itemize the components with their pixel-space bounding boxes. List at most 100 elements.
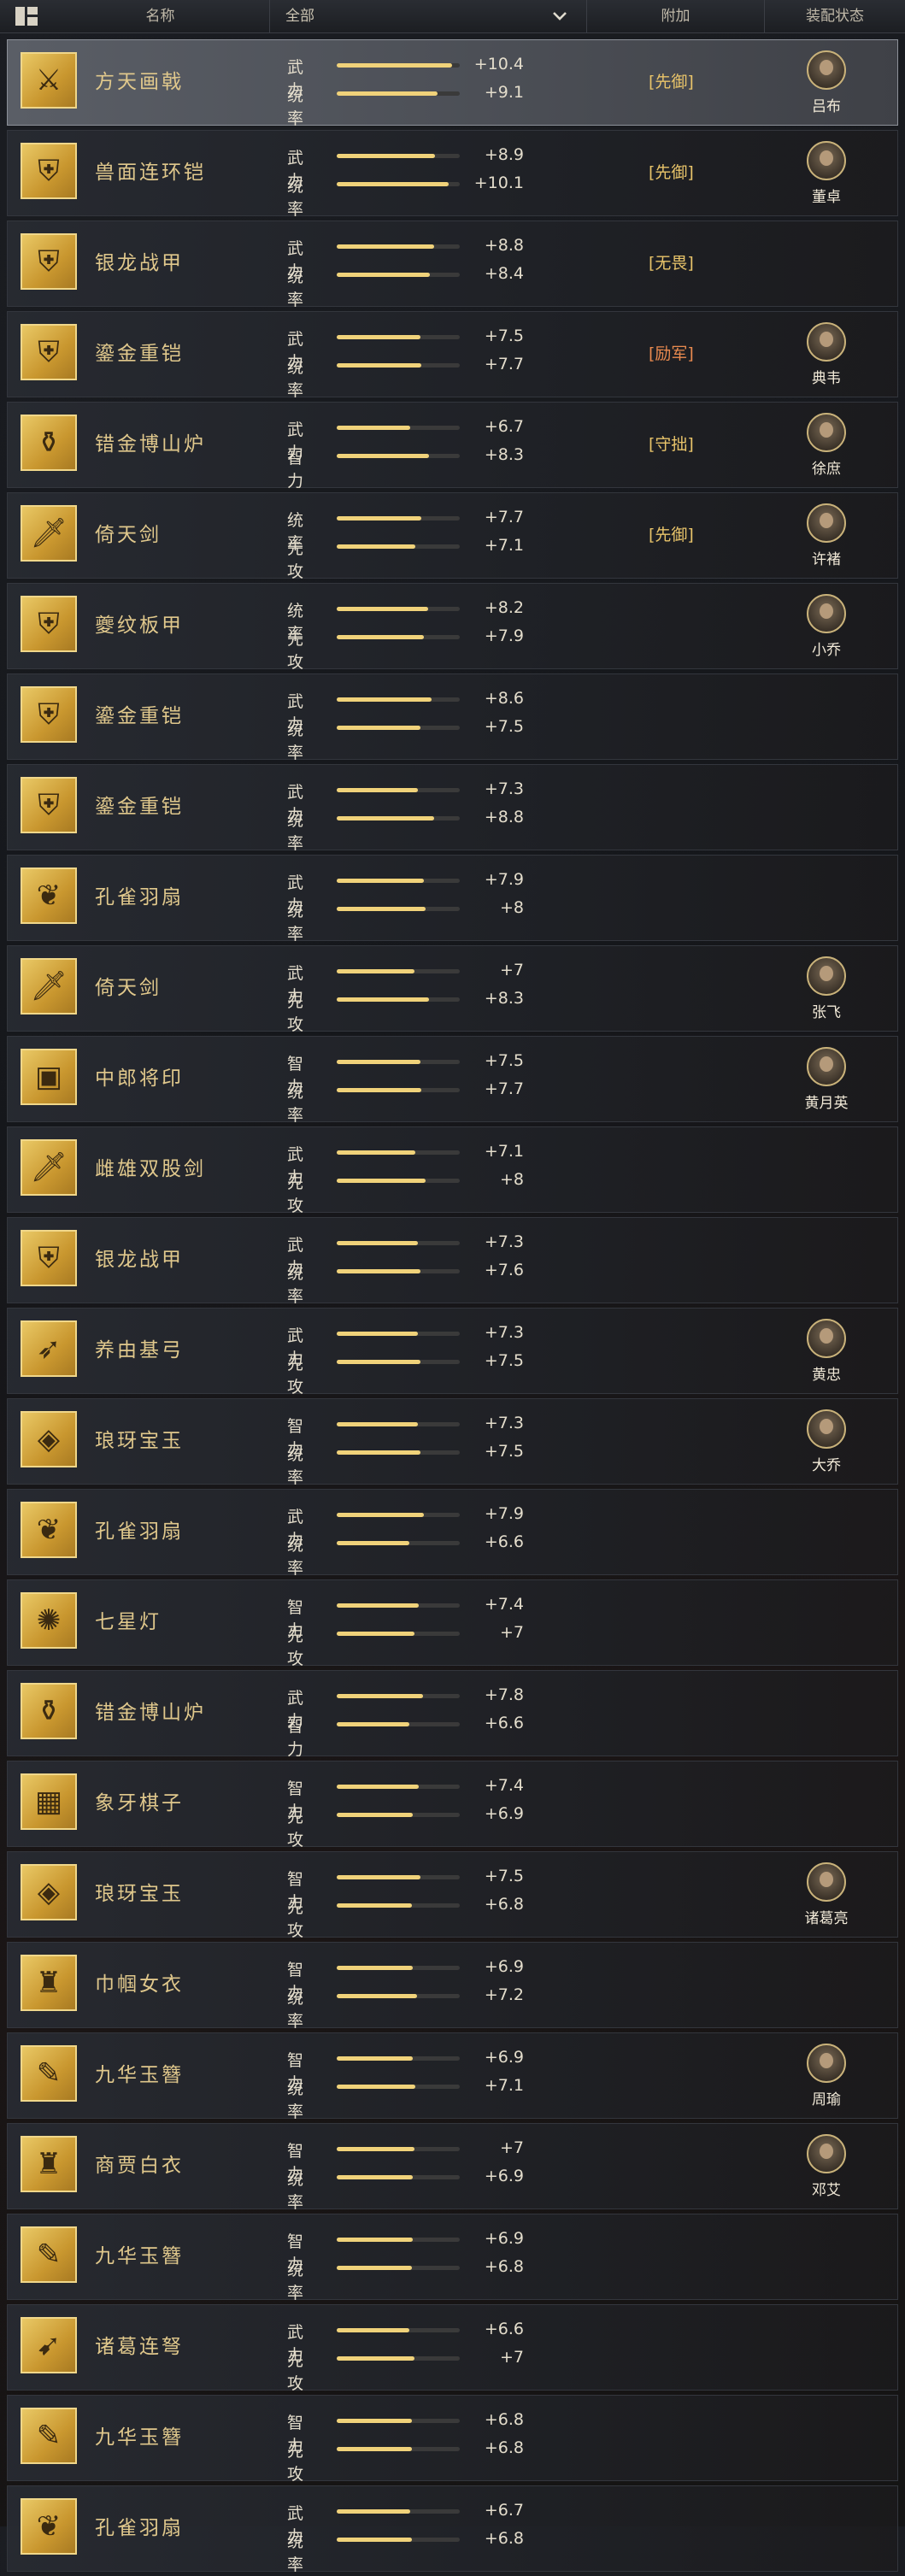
stat-bar-fill	[337, 879, 424, 883]
equipment-row[interactable]: ✎ 九华玉簪 智力 +6.9 统率 +6.8	[7, 2214, 898, 2303]
lamp-icon: ✺	[21, 1592, 77, 1649]
general-name: 许褚	[812, 551, 841, 568]
bow-icon: ➶	[21, 1320, 77, 1377]
stat-bar-fill	[337, 1785, 419, 1789]
stat-value: +6.9	[484, 2229, 524, 2248]
general-avatar[interactable]	[807, 1319, 846, 1358]
general-avatar[interactable]	[807, 594, 846, 633]
stat-bar	[337, 1150, 460, 1155]
general-avatar[interactable]	[807, 141, 846, 180]
equipment-row[interactable]: ▦ 象牙棋子 智力 +7.4 先攻 +6.9	[7, 1761, 898, 1850]
equipment-row[interactable]: ✎ 九华玉簪 智力 +6.8 先攻 +6.8	[7, 2395, 898, 2484]
equipment-row[interactable]: ▣ 中郎将印 智力 +7.5 统率 +7.7 黄月英	[7, 1036, 898, 1125]
stat-value: +8.6	[484, 689, 524, 708]
equipment-row[interactable]: 🗡 雌雄双股剑 武力 +7.1 先攻 +8	[7, 1126, 898, 1215]
equipment-row[interactable]: ⛨ 兽面连环铠 武力 +8.9 统率 +10.1 [先御] 董卓	[7, 130, 898, 219]
general-name: 吕布	[812, 98, 841, 115]
stat-label: 智力	[287, 1717, 304, 1759]
stat-bar	[337, 1450, 460, 1455]
item-name: 九华玉簪	[95, 2064, 184, 2086]
stat-label: 统率	[287, 1083, 304, 1125]
equipment-row[interactable]: ♜ 巾帼女衣 智力 +6.9 统率 +7.2	[7, 1942, 898, 2031]
equipment-row[interactable]: ⛨ 银龙战甲 武力 +8.8 统率 +8.4 [无畏]	[7, 221, 898, 309]
filter-dropdown[interactable]	[270, 0, 587, 32]
general-name: 大乔	[812, 1457, 841, 1474]
stat-bar-fill	[337, 91, 438, 96]
equipment-row[interactable]: ⛨ 鎏金重铠 武力 +7.3 统率 +8.8	[7, 764, 898, 853]
item-name: 鎏金重铠	[95, 343, 184, 365]
equipment-row[interactable]: ⚱ 错金博山炉 武力 +6.7 智力 +8.3 [守拙] 徐庶	[7, 402, 898, 491]
stat-label: 先攻	[287, 1898, 304, 1940]
general-name: 诸葛亮	[804, 1910, 849, 1927]
chevron-down-icon[interactable]	[551, 9, 568, 24]
general-name: 典韦	[812, 370, 841, 387]
grid-view-icon[interactable]	[15, 7, 38, 26]
item-name: 诸葛连弩	[95, 2336, 184, 2358]
item-name: 倚天剑	[95, 524, 162, 546]
general-avatar[interactable]	[807, 503, 846, 543]
general-avatar[interactable]	[807, 1047, 846, 1086]
column-header-status[interactable]: 装配状态	[765, 0, 905, 32]
equipment-row[interactable]: ◈ 琅玡宝玉 智力 +7.3 统率 +7.5 大乔	[7, 1398, 898, 1487]
general-avatar[interactable]	[807, 1409, 846, 1449]
general-avatar[interactable]	[807, 50, 846, 90]
stat-value: +6.9	[484, 2048, 524, 2067]
general-avatar[interactable]	[807, 1862, 846, 1902]
general-avatar[interactable]	[807, 2134, 846, 2173]
stat-bar	[337, 1360, 460, 1364]
stat-bar-fill	[337, 2328, 409, 2332]
stat-bar-fill	[337, 2238, 413, 2242]
general-avatar[interactable]	[807, 956, 846, 996]
stat-bar	[337, 1722, 460, 1726]
stat-bar	[337, 2238, 460, 2242]
stat-value: +10.4	[473, 55, 524, 74]
column-header-name[interactable]: 名称	[51, 0, 270, 32]
equipment-row[interactable]: ⚔ 方天画戟 武力 +10.4 统率 +9.1 [先御] 吕布	[7, 39, 898, 128]
equipment-row[interactable]: 🗡 倚天剑 统率 +7.7 先攻 +7.1 [先御] 许褚	[7, 492, 898, 581]
item-name: 银龙战甲	[95, 1249, 184, 1271]
stat-label: 统率	[287, 86, 304, 128]
stat-bar-fill	[337, 2147, 414, 2151]
equipment-row[interactable]: ❦ 孔雀羽扇 武力 +7.9 统率 +6.6	[7, 1489, 898, 1578]
equipment-row[interactable]: ⛨ 鎏金重铠 武力 +8.6 统率 +7.5	[7, 673, 898, 762]
stat-value: +7	[499, 2138, 524, 2157]
equipment-row[interactable]: 🗡 倚天剑 武力 +7 先攻 +8.3 张飞	[7, 945, 898, 1034]
stat-bar	[337, 635, 460, 639]
stat-bar-fill	[337, 635, 424, 639]
stat-value: +6.6	[484, 1532, 524, 1551]
stat-bar-fill	[337, 2085, 415, 2089]
stat-bar	[337, 788, 460, 792]
column-header-bonus[interactable]: 附加	[587, 0, 765, 32]
equipment-row[interactable]: ⛨ 鎏金重铠 武力 +7.5 统率 +7.7 [励军] 典韦	[7, 311, 898, 400]
stat-bar	[337, 273, 460, 277]
stat-value: +9.1	[484, 83, 524, 102]
stat-value: +7.1	[484, 2076, 524, 2095]
stat-bar-fill	[337, 1360, 420, 1364]
equipment-row[interactable]: ❦ 孔雀羽扇 武力 +6.7 统率 +6.8	[7, 2485, 898, 2574]
stat-label: 统率	[287, 811, 304, 853]
equipment-row[interactable]: ♜ 商贾白衣 智力 +7 统率 +6.9 邓艾	[7, 2123, 898, 2212]
equipment-row[interactable]: ✺ 七星灯 智力 +7.4 先攻 +7	[7, 1579, 898, 1668]
equipment-row[interactable]: ◈ 琅玡宝玉 智力 +7.5 先攻 +6.8 诸葛亮	[7, 1851, 898, 1940]
stat-bar	[337, 1332, 460, 1336]
general-name: 张飞	[812, 1004, 841, 1021]
equipment-row[interactable]: ➶ 养由基弓 武力 +7.3 先攻 +7.5 黄忠	[7, 1308, 898, 1397]
stat-bar-fill	[337, 1150, 415, 1155]
equipment-row[interactable]: ⛨ 夔纹板甲 统率 +8.2 先攻 +7.9 小乔	[7, 583, 898, 672]
general-avatar[interactable]	[807, 322, 846, 362]
equipment-row[interactable]: ✎ 九华玉簪 智力 +6.9 统率 +7.1 周瑜	[7, 2032, 898, 2121]
stat-bar	[337, 182, 460, 186]
stat-value: +7.1	[484, 536, 524, 555]
equipment-row[interactable]: ❦ 孔雀羽扇 武力 +7.9 统率 +8	[7, 855, 898, 944]
item-name: 九华玉簪	[95, 2426, 184, 2449]
stat-value: +7	[499, 1623, 524, 1642]
equipment-row[interactable]: ⛨ 银龙战甲 武力 +7.3 统率 +7.6	[7, 1217, 898, 1306]
general-avatar[interactable]	[807, 413, 846, 452]
stat-bar-fill	[337, 2509, 410, 2514]
stat-bar	[337, 91, 460, 96]
stat-bar-fill	[337, 1513, 424, 1517]
general-avatar[interactable]	[807, 2044, 846, 2083]
equipment-row[interactable]: ⚱ 错金博山炉 武力 +7.8 智力 +6.6	[7, 1670, 898, 1759]
equipment-row[interactable]: ➹ 诸葛连弩 武力 +6.6 先攻 +7	[7, 2304, 898, 2393]
stat-value: +7.3	[484, 1323, 524, 1342]
